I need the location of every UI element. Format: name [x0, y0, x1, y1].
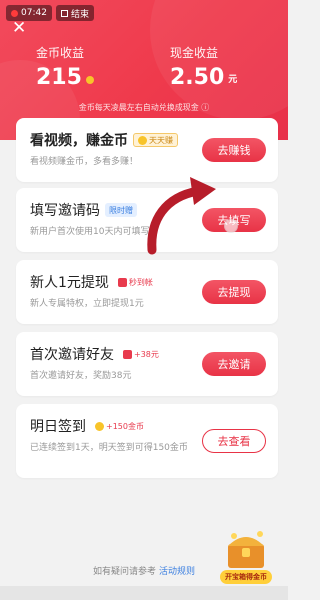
- stop-button[interactable]: 结束: [55, 5, 94, 21]
- exchange-note: 金币每天凌晨左右自动兑换成现金 ⓘ: [78, 103, 210, 112]
- earn-money-button[interactable]: 去赚钱: [202, 138, 266, 162]
- task-tag-label: 秒到帐: [128, 277, 153, 287]
- task-subtitle: 已连续签到1天，明天签到可得150金币: [30, 443, 188, 453]
- task-title: 看视频，赚金币: [30, 133, 128, 149]
- invite-button[interactable]: 去邀请: [202, 352, 266, 376]
- status-time: 07:42: [21, 8, 47, 18]
- coin-icon: [138, 135, 147, 145]
- treasure-label: 开宝箱得金币: [220, 570, 272, 584]
- touch-indicator: [224, 219, 238, 233]
- task-subtitle: 新人专属特权，立即提现1元: [30, 299, 144, 309]
- view-button[interactable]: 去查看: [202, 429, 266, 453]
- task-subtitle: 首次邀请好友，奖励38元: [30, 371, 132, 381]
- red-packet-icon: [123, 349, 132, 359]
- coin-earnings: 金币收益 215: [36, 44, 94, 90]
- record-dot-icon: [11, 9, 18, 17]
- task-title: 新人1元提现: [30, 275, 109, 291]
- task-tag-label: 天天赚: [149, 135, 173, 145]
- task-title: 首次邀请好友: [30, 347, 114, 363]
- stop-icon: [60, 9, 68, 17]
- red-packet-icon: [117, 277, 127, 287]
- coin-icon: [95, 421, 104, 431]
- close-icon[interactable]: ✕: [12, 20, 28, 37]
- coin-icon: [85, 76, 94, 84]
- task-tag: 秒到帐: [114, 275, 157, 289]
- task-card-invite-friend: 首次邀请好友 +38元 首次邀请好友，奖励38元 去邀请: [16, 332, 278, 396]
- cash-value: 2.50: [170, 65, 225, 90]
- task-tag: 限时赠: [105, 203, 137, 217]
- task-tag: 天天赚: [133, 133, 178, 147]
- help-prefix: 如有疑问请参考: [93, 567, 157, 577]
- tutorial-arrow-icon: [147, 177, 216, 255]
- task-card-first-withdraw: 新人1元提现 秒到帐 新人专属特权，立即提现1元 去提现: [16, 260, 278, 324]
- withdraw-button[interactable]: 去提现: [202, 280, 266, 304]
- cash-label: 现金收益: [170, 46, 219, 60]
- rules-link[interactable]: 活动规则: [159, 567, 195, 577]
- task-tag-label: +150金币: [106, 421, 144, 431]
- treasure-chest-icon: [228, 531, 264, 568]
- coin-label: 金币收益: [36, 46, 85, 60]
- bottom-bar: [0, 586, 288, 600]
- coin-value: 215: [36, 65, 82, 90]
- cash-earnings: 现金收益 2.50 元: [170, 44, 237, 90]
- task-tag-label: +38元: [134, 349, 159, 359]
- stop-label: 结束: [70, 9, 89, 20]
- task-tag: +150金币: [91, 419, 148, 433]
- cash-unit: 元: [228, 75, 238, 85]
- task-title: 明日签到: [30, 419, 86, 435]
- task-tag: +38元: [119, 347, 163, 361]
- treasure-chest-button[interactable]: 开宝箱得金币: [220, 528, 272, 584]
- task-title: 填写邀请码: [30, 203, 100, 219]
- task-card-check-in: 明日签到 +150金币 已连续签到1天，明天签到可得150金币 去查看: [16, 404, 278, 478]
